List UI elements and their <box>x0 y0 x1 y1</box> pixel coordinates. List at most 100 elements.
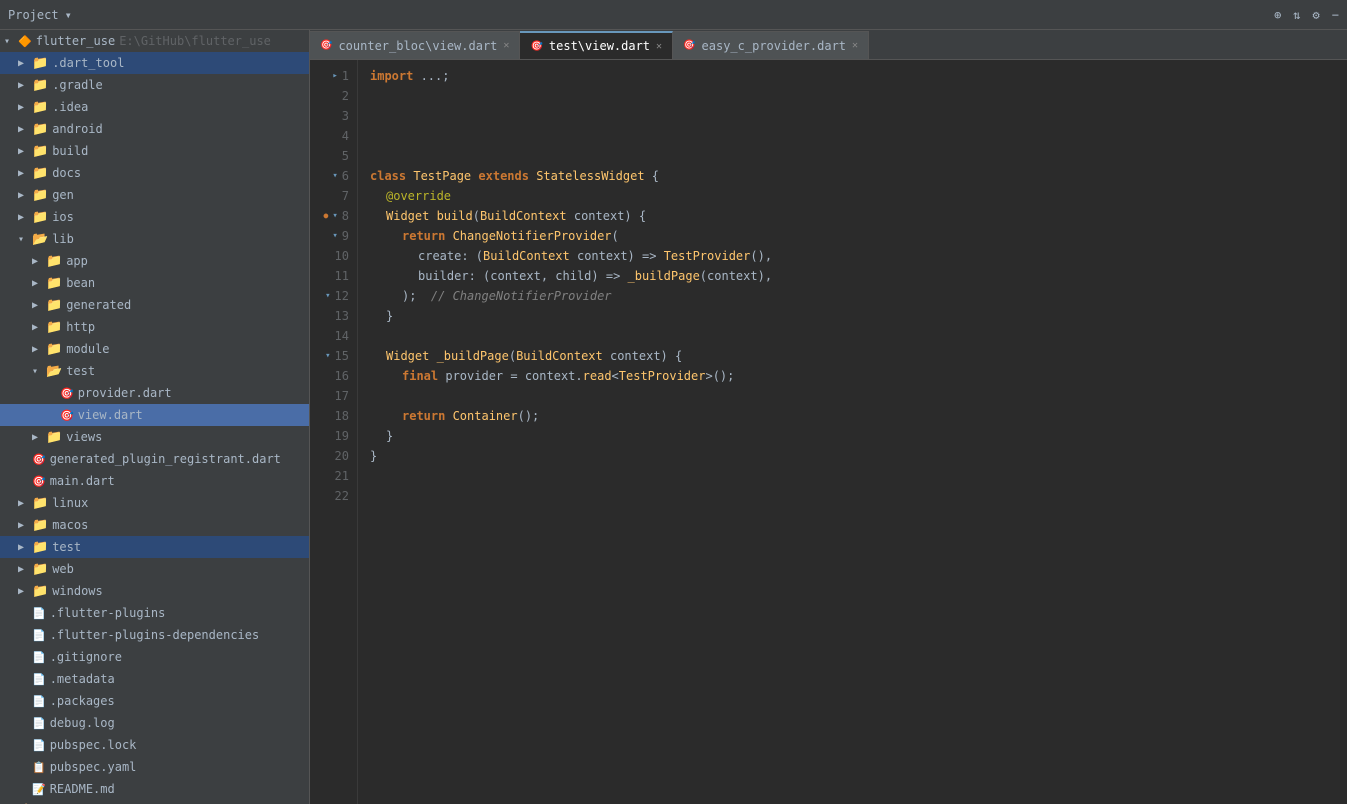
sidebar-item-dart-tool[interactable]: ▶ 📁 .dart_tool <box>0 52 309 74</box>
line-numbers: ▸1 2 3 4 5 ▾6 7 ●▾8 ▾9 10 11 ▾12 13 14 ▾… <box>310 60 358 804</box>
root-path: E:\GitHub\flutter_use <box>119 34 271 48</box>
tab-counter-bloc-close[interactable]: ✕ <box>503 40 509 51</box>
code-line-8: Widget build(BuildContext context) { <box>358 206 1347 226</box>
code-line-19: } <box>358 426 1347 446</box>
code-line-14 <box>358 326 1347 346</box>
code-editor: ▸1 2 3 4 5 ▾6 7 ●▾8 ▾9 10 11 ▾12 13 14 ▾… <box>310 60 1347 804</box>
sidebar-item-app[interactable]: ▶ 📁 app <box>0 250 309 272</box>
sidebar-item-build[interactable]: ▶ 📁 build <box>0 140 309 162</box>
sidebar-item-test-root[interactable]: ▶ 📁 test <box>0 536 309 558</box>
generated-label: generated <box>66 298 131 312</box>
minimize-icon[interactable]: − <box>1332 8 1339 22</box>
sidebar-item-gitignore[interactable]: 📄 .gitignore <box>0 646 309 668</box>
fold-6[interactable]: ▾ <box>332 166 337 186</box>
sidebar-item-views[interactable]: ▶ 📁 views <box>0 426 309 448</box>
sidebar-item-debug-log[interactable]: 📄 debug.log <box>0 712 309 734</box>
build-label: build <box>52 144 88 158</box>
sidebar-item-http[interactable]: ▶ 📁 http <box>0 316 309 338</box>
flutter-plugins-dep-label: .flutter-plugins-dependencies <box>50 628 260 642</box>
tab-easy-c-close[interactable]: ✕ <box>852 40 858 51</box>
linux-label: linux <box>52 496 88 510</box>
sort-icon[interactable]: ⇅ <box>1293 8 1300 22</box>
debug-log-label: debug.log <box>50 716 115 730</box>
module-label: module <box>66 342 109 356</box>
tab-test-view[interactable]: 🎯 test\view.dart ✕ <box>520 31 673 59</box>
views-label: views <box>66 430 102 444</box>
root-label: flutter_use <box>36 34 115 48</box>
code-line-18: return Container(); <box>358 406 1347 426</box>
code-line-5 <box>358 146 1347 166</box>
breakpoint-8: ● <box>324 206 329 226</box>
tab-test-view-close[interactable]: ✕ <box>656 41 662 52</box>
code-line-21 <box>358 466 1347 486</box>
sidebar-item-web[interactable]: ▶ 📁 web <box>0 558 309 580</box>
sidebar-item-idea[interactable]: ▶ 📁 .idea <box>0 96 309 118</box>
fold-1[interactable]: ▸ <box>332 66 337 86</box>
fold-8[interactable]: ▾ <box>332 206 337 226</box>
project-dropdown-icon[interactable]: ▾ <box>65 8 72 22</box>
title-bar: Project ▾ ⊕ ⇅ ⚙ − <box>0 0 1347 30</box>
sidebar-item-pubspec-yaml[interactable]: 📋 pubspec.yaml <box>0 756 309 778</box>
tab-test-view-icon: 🎯 <box>530 41 542 52</box>
test-root-label: test <box>52 540 81 554</box>
sidebar-item-macos[interactable]: ▶ 📁 macos <box>0 514 309 536</box>
flutter-plugins-label: .flutter-plugins <box>50 606 166 620</box>
sidebar-item-android[interactable]: ▶ 📁 android <box>0 118 309 140</box>
sidebar-root-item[interactable]: ▾ 🔶 flutter_use E:\GitHub\flutter_use <box>0 30 309 52</box>
fold-9[interactable]: ▾ <box>332 226 337 246</box>
code-line-2 <box>358 86 1347 106</box>
sidebar-item-flutter-plugins-dep[interactable]: 📄 .flutter-plugins-dependencies <box>0 624 309 646</box>
sidebar-item-main-dart[interactable]: 🎯 main.dart <box>0 470 309 492</box>
fold-12[interactable]: ▾ <box>325 286 330 306</box>
sidebar-item-test-lib[interactable]: ▾ 📂 test <box>0 360 309 382</box>
title-bar-right: ⊕ ⇅ ⚙ − <box>1274 8 1339 22</box>
sidebar-item-gradle[interactable]: ▶ 📁 .gradle <box>0 74 309 96</box>
sidebar-item-docs[interactable]: ▶ 📁 docs <box>0 162 309 184</box>
add-module-icon[interactable]: ⊕ <box>1274 8 1281 22</box>
tab-easy-c-label: easy_c_provider.dart <box>702 39 847 53</box>
packages-label: .packages <box>50 694 115 708</box>
settings-icon[interactable]: ⚙ <box>1313 8 1320 22</box>
view-dart-label: view.dart <box>78 408 143 422</box>
sidebar-item-flutter-plugins[interactable]: 📄 .flutter-plugins <box>0 602 309 624</box>
fold-15[interactable]: ▾ <box>325 346 330 366</box>
macos-label: macos <box>52 518 88 532</box>
sidebar-item-external-libs[interactable]: ▶ 📦 External Libraries <box>0 800 309 804</box>
code-line-1: import ...; <box>358 66 1347 86</box>
gen-label: gen <box>52 188 74 202</box>
code-line-16: final provider = context.read<TestProvid… <box>358 366 1347 386</box>
sidebar-item-linux[interactable]: ▶ 📁 linux <box>0 492 309 514</box>
tabs-bar: 🎯 counter_bloc\view.dart ✕ 🎯 test\view.d… <box>310 30 1347 60</box>
sidebar-item-view-dart[interactable]: 🎯 view.dart <box>0 404 309 426</box>
sidebar-item-packages[interactable]: 📄 .packages <box>0 690 309 712</box>
code-line-13: } <box>358 306 1347 326</box>
sidebar-item-lib[interactable]: ▾ 📂 lib <box>0 228 309 250</box>
sidebar-item-generated[interactable]: ▶ 📁 generated <box>0 294 309 316</box>
lib-label: lib <box>52 232 74 246</box>
code-line-15: Widget _buildPage(BuildContext context) … <box>358 346 1347 366</box>
sidebar-item-provider-dart[interactable]: 🎯 provider.dart <box>0 382 309 404</box>
sidebar-item-windows[interactable]: ▶ 📁 windows <box>0 580 309 602</box>
project-label[interactable]: Project <box>8 8 59 22</box>
code-content[interactable]: import ...; class TestPage extends State… <box>358 60 1347 804</box>
sidebar-content: ▾ 🔶 flutter_use E:\GitHub\flutter_use ▶ … <box>0 30 309 804</box>
sidebar-item-generated-plugin[interactable]: 🎯 generated_plugin_registrant.dart <box>0 448 309 470</box>
tab-counter-bloc-icon: 🎯 <box>320 40 332 51</box>
code-line-7: @override <box>358 186 1347 206</box>
web-label: web <box>52 562 74 576</box>
sidebar-item-gen[interactable]: ▶ 📁 gen <box>0 184 309 206</box>
tab-easy-c-provider[interactable]: 🎯 easy_c_provider.dart ✕ <box>673 31 869 59</box>
main-dart-label: main.dart <box>50 474 115 488</box>
sidebar-item-pubspec-lock[interactable]: 📄 pubspec.lock <box>0 734 309 756</box>
android-label: android <box>52 122 103 136</box>
code-line-22 <box>358 486 1347 506</box>
sidebar-item-module[interactable]: ▶ 📁 module <box>0 338 309 360</box>
code-line-9: return ChangeNotifierProvider( <box>358 226 1347 246</box>
sidebar-item-bean[interactable]: ▶ 📁 bean <box>0 272 309 294</box>
pubspec-lock-label: pubspec.lock <box>50 738 137 752</box>
sidebar-item-readme[interactable]: 📝 README.md <box>0 778 309 800</box>
sidebar-item-ios[interactable]: ▶ 📁 ios <box>0 206 309 228</box>
sidebar-item-metadata[interactable]: 📄 .metadata <box>0 668 309 690</box>
tab-counter-bloc-view[interactable]: 🎯 counter_bloc\view.dart ✕ <box>310 31 520 59</box>
code-line-20: } <box>358 446 1347 466</box>
